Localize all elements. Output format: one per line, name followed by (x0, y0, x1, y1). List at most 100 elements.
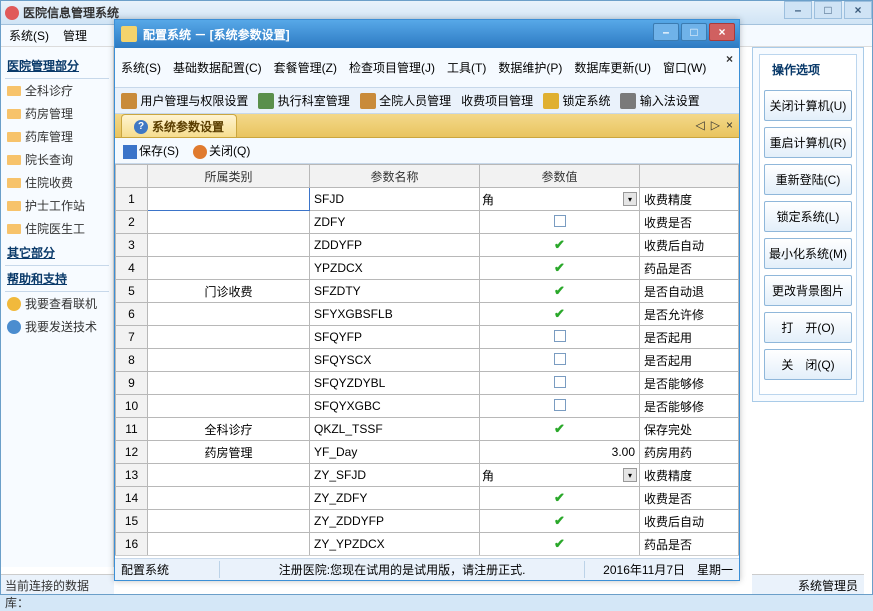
cell-param-value[interactable]: 角▾ (480, 464, 640, 487)
table-row[interactable]: 13ZY_SFJD角▾收费精度 (116, 464, 739, 487)
config-titlebar[interactable]: 配置系统 － [系统参数设置] – □ × (115, 20, 739, 48)
cell-param-name[interactable]: ZY_ZDFY (310, 487, 480, 510)
table-row[interactable]: 6SFYXGBSFLB✔是否允许修 (116, 303, 739, 326)
cell-remark[interactable]: 收费精度 (640, 464, 739, 487)
checkbox-checked-icon[interactable]: ✔ (554, 423, 566, 435)
checkbox-checked-icon[interactable]: ✔ (554, 492, 566, 504)
checkbox-unchecked-icon[interactable] (554, 353, 566, 365)
chevron-down-icon[interactable]: ▾ (623, 192, 637, 206)
cell-remark[interactable]: 药品是否 (640, 257, 739, 280)
table-row[interactable]: 3ZDDYFP✔收费后自动 (116, 234, 739, 257)
tab-nav-left-icon[interactable]: ◁ (696, 118, 705, 132)
table-row[interactable]: 10SFQYXGBC是否能够修 (116, 395, 739, 418)
config-max-button[interactable]: □ (681, 23, 707, 41)
cell-category[interactable] (148, 349, 310, 372)
checkbox-checked-icon[interactable]: ✔ (554, 262, 566, 274)
sidebar-item[interactable]: 护士工作站 (5, 194, 109, 217)
dropdown[interactable]: 角▾ (480, 467, 639, 484)
cell-param-name[interactable]: SFQYFP (310, 326, 480, 349)
cell-param-value[interactable] (480, 211, 640, 234)
checkbox-unchecked-icon[interactable] (554, 376, 566, 388)
sidebar-item[interactable]: 药房管理 (5, 102, 109, 125)
cell-param-name[interactable]: QKZL_TSSF (310, 418, 480, 441)
cell-param-name[interactable]: ZY_YPZDCX (310, 533, 480, 556)
grid-header[interactable]: 参数名称 (310, 165, 480, 188)
cell-param-name[interactable]: SFQYSCX (310, 349, 480, 372)
cell-param-value[interactable]: 角▾ (480, 188, 640, 211)
checkbox-checked-icon[interactable]: ✔ (554, 239, 566, 251)
config-menu-item[interactable]: 系统(S) (121, 59, 161, 76)
tab-nav-close-icon[interactable]: × (726, 118, 733, 132)
checkbox-unchecked-icon[interactable] (554, 215, 566, 227)
outer-menu-manage[interactable]: 管理 (63, 27, 87, 44)
cell-category[interactable] (148, 464, 310, 487)
cell-param-name[interactable]: SFQYZDYBL (310, 372, 480, 395)
cell-param-name[interactable]: ZDDYFP (310, 234, 480, 257)
toolbar-staff[interactable]: 全院人员管理 (360, 92, 451, 110)
sidebar-item[interactable]: 院长查询 (5, 148, 109, 171)
cell-category[interactable] (148, 487, 310, 510)
cell-param-name[interactable]: ZDFY (310, 211, 480, 234)
toolbar-fee[interactable]: 收费项目管理 (461, 92, 533, 109)
grid-header[interactable] (116, 165, 148, 188)
cell-param-name[interactable]: YPZDCX (310, 257, 480, 280)
config-close-button[interactable]: × (709, 23, 735, 41)
sidebar-item[interactable]: 我要发送技术 (5, 315, 109, 338)
checkbox-unchecked-icon[interactable] (554, 399, 566, 411)
grid-header[interactable] (640, 165, 739, 188)
cell-param-value[interactable]: ✔ (480, 510, 640, 533)
sidebar-item[interactable]: 住院医生工 (5, 217, 109, 240)
cell-remark[interactable]: 是否能够修 (640, 395, 739, 418)
grid-header[interactable]: 参数值 (480, 165, 640, 188)
table-row[interactable]: 8SFQYSCX是否起用 (116, 349, 739, 372)
grid-header[interactable]: 所属类别 (148, 165, 310, 188)
cell-param-value[interactable]: 3.00 (480, 441, 640, 464)
toolbar-user-perm[interactable]: 用户管理与权限设置 (121, 92, 248, 110)
cell-remark[interactable]: 药房用药 (640, 441, 739, 464)
config-menu-item[interactable]: 基础数据配置(C) (173, 59, 262, 76)
cell-param-value[interactable]: ✔ (480, 418, 640, 441)
cell-remark[interactable]: 是否起用 (640, 349, 739, 372)
cell-category[interactable] (148, 257, 310, 280)
outer-max-button[interactable]: □ (814, 1, 842, 19)
cell-category[interactable]: 药房管理 (148, 441, 310, 464)
outer-close-button[interactable]: × (844, 1, 872, 19)
tab-system-params[interactable]: ? 系统参数设置 (121, 114, 237, 137)
sidebar-item[interactable]: 我要查看联机 (5, 292, 109, 315)
checkbox-checked-icon[interactable]: ✔ (554, 285, 566, 297)
sidebar-group-header[interactable]: 帮助和支持 (5, 266, 109, 292)
cell-param-name[interactable]: SFQYXGBC (310, 395, 480, 418)
cell-remark[interactable]: 收费是否 (640, 487, 739, 510)
table-row[interactable]: 5门诊收费SFZDTY✔是否自动退 (116, 280, 739, 303)
config-menu-item[interactable]: 工具(T) (447, 59, 486, 76)
table-row[interactable]: 14ZY_ZDFY✔收费是否 (116, 487, 739, 510)
cell-category[interactable] (148, 533, 310, 556)
sidebar-item[interactable]: 全科诊疗 (5, 79, 109, 102)
cell-category[interactable] (148, 303, 310, 326)
cell-remark[interactable]: 收费后自动 (640, 510, 739, 533)
cell-param-value[interactable]: ✔ (480, 533, 640, 556)
table-row[interactable]: 11全科诊疗QKZL_TSSF✔保存完处 (116, 418, 739, 441)
cell-category[interactable] (148, 372, 310, 395)
right-action-button[interactable]: 重新登陆(C) (764, 164, 852, 195)
cell-category[interactable] (148, 211, 310, 234)
sidebar-item[interactable]: 住院收费 (5, 171, 109, 194)
outer-min-button[interactable]: – (784, 1, 812, 19)
checkbox-checked-icon[interactable]: ✔ (554, 538, 566, 550)
config-menu-item[interactable]: 数据库更新(U) (574, 59, 651, 76)
table-row[interactable]: 2ZDFY收费是否 (116, 211, 739, 234)
cell-category[interactable] (148, 234, 310, 257)
cell-param-name[interactable]: SFZDTY (310, 280, 480, 303)
cell-param-value[interactable] (480, 349, 640, 372)
cell-param-value[interactable] (480, 372, 640, 395)
cell-remark[interactable]: 收费后自动 (640, 234, 739, 257)
cell-param-name[interactable]: YF_Day (310, 441, 480, 464)
cell-category[interactable] (148, 395, 310, 418)
outer-menu-system[interactable]: 系统(S) (9, 27, 49, 44)
cell-category[interactable]: 门诊收费 (148, 280, 310, 303)
cell-param-value[interactable]: ✔ (480, 280, 640, 303)
toolbar-lock[interactable]: 锁定系统 (543, 92, 610, 110)
cell-remark[interactable]: 收费是否 (640, 211, 739, 234)
toolbar-ime[interactable]: 输入法设置 (620, 92, 699, 110)
cell-remark[interactable]: 保存完处 (640, 418, 739, 441)
